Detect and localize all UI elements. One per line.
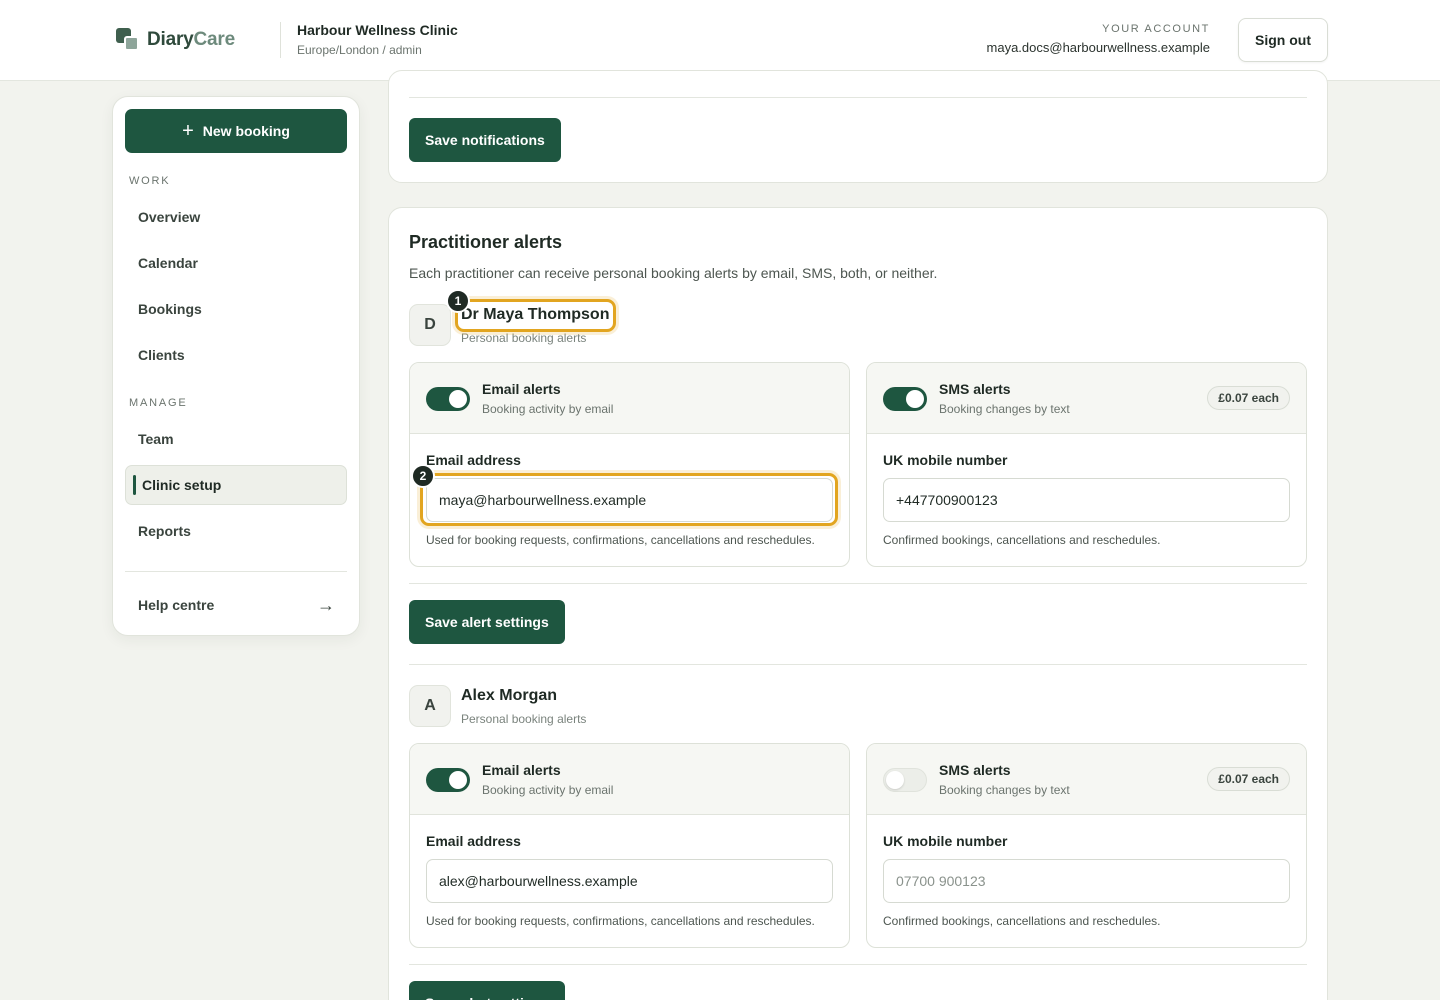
email-address-input[interactable] — [426, 478, 833, 522]
email-address-label: Email address — [426, 833, 521, 849]
practitioner-avatar: A — [409, 685, 451, 727]
practitioner-divider — [409, 583, 1307, 584]
new-booking-button[interactable]: + New booking — [125, 109, 347, 153]
email-alerts-title: Email alerts — [482, 381, 561, 397]
clinic-name: Harbour Wellness Clinic — [297, 22, 458, 38]
sms-alerts-panel: SMS alerts Booking changes by text £0.07… — [866, 362, 1307, 567]
email-alerts-header: Email alerts Booking activity by email — [410, 744, 849, 815]
sidebar-item-bookings[interactable]: Bookings — [125, 289, 347, 329]
email-alerts-panel: Email alerts Booking activity by email E… — [409, 743, 850, 948]
sms-price-badge: £0.07 each — [1207, 386, 1290, 410]
uk-mobile-label: UK mobile number — [883, 833, 1008, 849]
account-email: maya.docs@harbourwellness.example — [986, 40, 1210, 55]
top-bar: DiaryCare Harbour Wellness Clinic Europe… — [0, 0, 1440, 81]
sidebar-item-reports[interactable]: Reports — [125, 511, 347, 551]
sms-alerts-header: SMS alerts Booking changes by text £0.07… — [867, 363, 1306, 434]
account-info: YOUR ACCOUNT maya.docs@harbourwellness.e… — [970, 23, 1210, 55]
practitioner-subtitle: Personal booking alerts — [461, 712, 587, 726]
sms-alerts-toggle[interactable] — [883, 387, 927, 411]
sidebar: + New booking WORK Overview Calendar Boo… — [112, 96, 360, 636]
save-alert-settings-button[interactable]: Save alert settings — [409, 600, 565, 644]
email-address-input[interactable] — [426, 859, 833, 903]
sms-alerts-subtitle: Booking changes by text — [939, 783, 1070, 797]
nav-section-manage: MANAGE — [129, 397, 188, 409]
sms-price-badge: £0.07 each — [1207, 767, 1290, 791]
section-title: Practitioner alerts — [409, 232, 563, 252]
sms-alerts-title: SMS alerts — [939, 381, 1011, 397]
help-centre-label: Help centre — [138, 597, 215, 613]
email-alerts-subtitle: Booking activity by email — [482, 402, 614, 416]
uk-mobile-input[interactable] — [883, 478, 1290, 522]
new-booking-label: New booking — [202, 123, 290, 139]
clinic-timezone-role: Europe/London / admin — [297, 43, 422, 57]
sms-alerts-panel: SMS alerts Booking changes by text £0.07… — [866, 743, 1307, 948]
practitioner-divider — [409, 664, 1307, 665]
sidebar-item-overview[interactable]: Overview — [125, 197, 347, 237]
sms-alerts-title: SMS alerts — [939, 762, 1011, 778]
sidebar-divider — [125, 571, 347, 572]
sidebar-item-clinic-setup[interactable]: Clinic setup — [125, 465, 347, 505]
clinic-info: Harbour Wellness Clinic Europe/London / … — [297, 22, 458, 57]
nav-section-work: WORK — [129, 175, 171, 187]
sidebar-item-calendar[interactable]: Calendar — [125, 243, 347, 283]
email-help-text: Used for booking requests, confirmations… — [426, 914, 815, 928]
practitioner-divider — [409, 964, 1307, 965]
save-notifications-button[interactable]: Save notifications — [409, 118, 561, 162]
uk-mobile-label: UK mobile number — [883, 452, 1008, 468]
brand-name: DiaryCare — [147, 29, 235, 50]
email-alerts-toggle[interactable] — [426, 768, 470, 792]
practitioner-name: Dr Maya Thompson — [461, 306, 610, 323]
save-alert-settings-button[interactable]: Save alert settings — [409, 981, 565, 1000]
sms-alerts-header: SMS alerts Booking changes by text £0.07… — [867, 744, 1306, 815]
sidebar-item-team[interactable]: Team — [125, 419, 347, 459]
header-divider — [280, 22, 281, 58]
practitioner-avatar: D — [409, 304, 451, 346]
notifications-divider — [409, 97, 1307, 98]
email-alerts-title: Email alerts — [482, 762, 561, 778]
help-centre-link[interactable]: Help centre → — [125, 585, 347, 625]
notifications-card: Save notifications — [388, 70, 1328, 183]
practitioner-name: Alex Morgan — [461, 687, 558, 704]
sms-help-text: Confirmed bookings, cancellations and re… — [883, 914, 1161, 928]
callout-badge-2: 2 — [411, 464, 435, 488]
uk-mobile-input[interactable] — [883, 859, 1290, 903]
email-alerts-header: Email alerts Booking activity by email — [410, 363, 849, 434]
practitioner-subtitle: Personal booking alerts — [461, 331, 587, 345]
section-description: Each practitioner can receive personal b… — [409, 265, 938, 281]
email-alerts-toggle[interactable] — [426, 387, 470, 411]
email-alerts-subtitle: Booking activity by email — [482, 783, 614, 797]
account-label: YOUR ACCOUNT — [1102, 23, 1210, 35]
email-alerts-panel: Email alerts Booking activity by email E… — [409, 362, 850, 567]
arrow-right-icon: → — [317, 594, 335, 615]
sidebar-item-clients[interactable]: Clients — [125, 335, 347, 375]
sms-alerts-subtitle: Booking changes by text — [939, 402, 1070, 416]
sms-alerts-toggle[interactable] — [883, 768, 927, 792]
plus-icon: + — [182, 120, 194, 142]
sign-out-button[interactable]: Sign out — [1238, 18, 1328, 62]
email-help-text: Used for booking requests, confirmations… — [426, 533, 815, 547]
brand-logo[interactable]: DiaryCare — [116, 28, 235, 52]
email-address-label: Email address — [426, 452, 521, 468]
practitioner-alerts-card: Practitioner alerts Each practitioner ca… — [388, 207, 1328, 1000]
diarycare-logo-icon — [116, 28, 140, 52]
sms-help-text: Confirmed bookings, cancellations and re… — [883, 533, 1161, 547]
callout-badge-1: 1 — [446, 289, 470, 313]
